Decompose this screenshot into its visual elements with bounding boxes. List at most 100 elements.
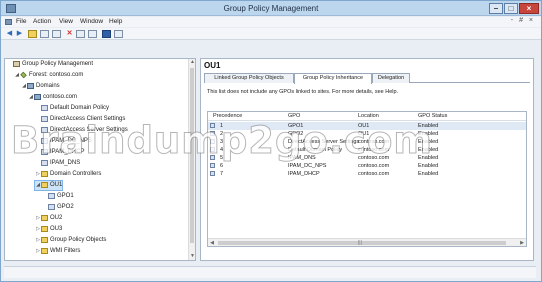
tree-item[interactable]: ◢ Forest: contoso.com	[14, 71, 83, 80]
table-row[interactable]: 2 GPO2 OU1 Enabled	[208, 130, 526, 138]
tree-item-label: Group Policy Objects	[50, 237, 107, 243]
tree-item[interactable]: IPAM_DNS	[35, 159, 80, 168]
menu-help[interactable]: Help	[109, 18, 122, 25]
tab-gp-inheritance[interactable]: Group Policy Inheritance	[294, 73, 372, 84]
cell-location: OU1	[358, 123, 370, 129]
forward-arrow-icon[interactable]: ▶	[15, 30, 24, 38]
cell-precedence: 5	[220, 155, 224, 161]
tree-vertical-scrollbar[interactable]: ▲ ▼	[188, 59, 195, 260]
tree-item[interactable]: IPAM_DHCP	[35, 148, 85, 157]
scroll-grip-icon: |||	[358, 240, 362, 246]
scroll-up-icon[interactable]: ▲	[189, 59, 196, 66]
cell-location: OU1	[358, 131, 370, 137]
tree-item[interactable]: DirectAccess Client Settings	[35, 115, 125, 124]
tree-item[interactable]: ◢ contoso.com	[28, 93, 77, 102]
new-window-icon[interactable]	[52, 30, 61, 38]
scroll-right-icon[interactable]: ▶	[518, 239, 526, 246]
tree-item-label: OU1	[50, 182, 63, 188]
mdi-controls[interactable]: - # ×	[511, 17, 535, 24]
cell-location: contoso.com	[358, 171, 390, 177]
gpo-icon	[210, 131, 215, 136]
console-icon	[5, 19, 12, 25]
minimize-button[interactable]: –	[489, 3, 503, 14]
tree-item[interactable]: Group Policy Management	[7, 60, 93, 69]
grid-horizontal-scrollbar[interactable]: ◀ ||| ▶	[208, 238, 526, 246]
wmi-icon	[41, 248, 48, 254]
col-gpo-status[interactable]: GPO Status	[418, 113, 447, 119]
tree-item[interactable]: ◢ OU1	[33, 180, 64, 191]
table-row[interactable]: 7 IPAM_DHCP contoso.com Enabled	[208, 170, 526, 178]
menu-file[interactable]: File	[16, 18, 26, 25]
tree-item[interactable]: DirectAccess Server Settings	[35, 126, 128, 135]
table-row[interactable]: 6 IPAM_DC_NPS contoso.com Enabled	[208, 162, 526, 170]
delete-icon[interactable]: ✕	[65, 30, 74, 38]
gpo-icon	[210, 147, 215, 152]
tree-item[interactable]: ▷ Domain Controllers	[35, 170, 101, 179]
cell-precedence: 4	[220, 147, 224, 153]
export-list-icon[interactable]	[88, 30, 97, 38]
tree-item[interactable]: ▷ OU3	[35, 225, 62, 234]
scroll-left-icon[interactable]: ◀	[208, 239, 216, 246]
tree-item-label: Domain Controllers	[50, 171, 102, 177]
console-tree-pane: Group Policy Management ◢ Forest: contoso.…	[4, 58, 196, 261]
tree-item-label: DirectAccess Client Settings	[50, 116, 126, 122]
menu-view[interactable]: View	[59, 18, 73, 25]
table-row[interactable]: 5 IPAM_DNS contoso.com Enabled	[208, 154, 526, 162]
ou-icon	[41, 215, 48, 221]
page-title: OU1	[204, 61, 221, 70]
table-row[interactable]: 4 Default Domain Policy contoso.com Enabled	[208, 146, 526, 154]
domain-icon	[34, 94, 41, 100]
show-hide-tree-icon[interactable]	[40, 30, 49, 38]
cell-precedence: 2	[220, 131, 224, 137]
properties-icon[interactable]	[114, 30, 123, 38]
help-icon[interactable]	[102, 30, 111, 38]
col-location[interactable]: Location	[358, 113, 379, 119]
h-scroll-thumb[interactable]	[218, 241, 506, 245]
gpo-icon	[210, 123, 215, 128]
table-row[interactable]: 1 GPO1 OU1 Enabled	[208, 122, 526, 130]
refresh-icon[interactable]	[76, 30, 85, 38]
scroll-down-icon[interactable]: ▼	[189, 253, 196, 260]
forest-icon	[20, 71, 27, 79]
gpo-icon	[41, 127, 48, 133]
close-button[interactable]: ×	[519, 3, 539, 14]
tab-linked-gpos[interactable]: Linked Group Policy Objects	[204, 73, 294, 83]
cell-gpo: GPO2	[288, 131, 304, 137]
ou-icon	[41, 171, 48, 177]
tree-item-label: WMI Filters	[50, 248, 81, 254]
cell-gpo: DirectAccess Server Settings	[288, 139, 360, 145]
cell-location: contoso.com	[358, 147, 390, 153]
cell-status: Enabled	[418, 155, 439, 161]
tree-item-label: Domains	[36, 83, 60, 89]
gpo-icon	[210, 171, 215, 176]
inheritance-table: Precedence GPO Location GPO Status 1 GPO1…	[207, 111, 527, 247]
back-arrow-icon[interactable]: ◀	[5, 30, 14, 38]
tree-item[interactable]: IPAM_DC_NPS	[35, 137, 92, 146]
cell-precedence: 6	[220, 163, 224, 169]
tree-item[interactable]: ▷ Group Policy Objects	[35, 236, 106, 245]
cell-status: Enabled	[418, 147, 439, 153]
table-row[interactable]: 3 DirectAccess Server Settings contoso.com…	[208, 138, 526, 146]
tree-item[interactable]: GPO1	[42, 192, 74, 201]
status-bar	[4, 266, 536, 278]
col-gpo[interactable]: GPO	[288, 113, 300, 119]
tab-delegation[interactable]: Delegation	[372, 73, 410, 83]
tree-item[interactable]: ▷ WMI Filters	[35, 247, 80, 256]
cell-location: contoso.com	[358, 139, 390, 145]
tree-item-label: contoso.com	[43, 94, 78, 100]
maximize-button[interactable]: □	[504, 3, 518, 14]
tree-item-label: IPAM_DHCP	[50, 149, 85, 155]
tree-item-label: Default Domain Policy	[50, 105, 110, 111]
scroll-thumb[interactable]	[190, 68, 194, 243]
tree-item[interactable]: ▷ OU2	[35, 214, 62, 223]
info-text: This list does not include any GPOs link…	[207, 89, 399, 95]
tree-item[interactable]: ◢ Domains	[21, 82, 60, 91]
menu-window[interactable]: Window	[80, 18, 103, 25]
up-folder-icon[interactable]	[28, 30, 37, 38]
ou-icon	[41, 182, 48, 188]
tree-item[interactable]: Default Domain Policy	[35, 104, 109, 113]
col-precedence[interactable]: Precedence	[213, 113, 242, 119]
expand-toggle-icon[interactable]: ◢	[14, 71, 20, 80]
tree-item[interactable]: GPO2	[42, 203, 74, 212]
menu-action[interactable]: Action	[33, 18, 51, 25]
